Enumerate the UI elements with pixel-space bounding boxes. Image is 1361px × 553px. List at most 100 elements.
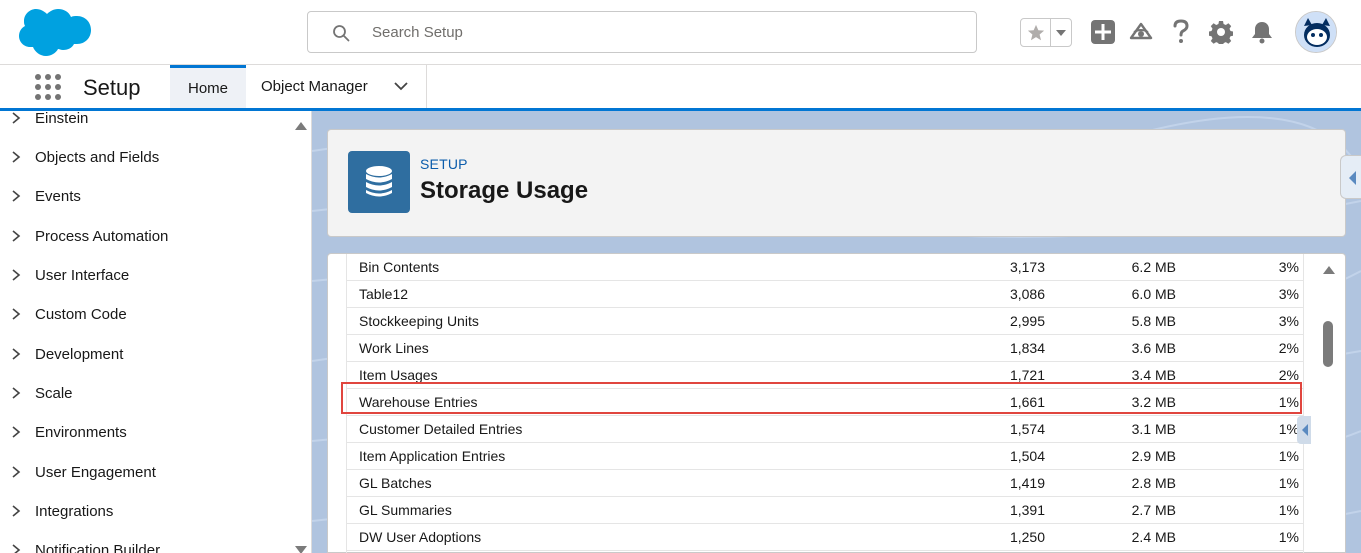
cell-record-count: 3,173 [1009,259,1045,275]
favorites-control[interactable] [1020,18,1072,47]
cell-record-count: 1,834 [1009,340,1045,356]
table-row: Item Application Entries 1,504 2.9 MB 1% [347,443,1303,470]
cell-percent: 1% [1278,529,1299,545]
notifications-button[interactable] [1249,19,1275,45]
astro-avatar-icon [1296,12,1336,52]
sidebar-item-integrations[interactable]: Integrations [0,499,290,523]
sidebar-item-events[interactable]: Events [0,184,290,208]
chevron-right-icon [12,269,21,281]
breadcrumb[interactable]: SETUP [420,156,468,172]
cell-storage: 3.4 MB [1131,367,1176,383]
cell-percent: 2% [1278,340,1299,356]
chevron-right-icon [12,190,21,202]
chevron-right-icon [12,151,21,163]
scroll-up-arrow-icon[interactable] [1322,265,1336,275]
chevron-left-icon [1302,424,1308,436]
cell-percent: 1% [1278,394,1299,410]
table-row: GL Summaries 1,391 2.7 MB 1% [347,497,1303,524]
table-row: Stockkeeping Units 2,995 5.8 MB 3% [347,308,1303,335]
cell-percent: 1% [1278,502,1299,518]
chevron-down-icon[interactable] [393,80,409,92]
trailhead-button[interactable] [1128,19,1154,45]
database-icon [366,166,392,197]
page-header: SETUP Storage Usage [327,129,1346,237]
gear-icon [1209,21,1233,44]
cell-record-count: 2,995 [1009,313,1045,329]
sidebar-item-label: Notification Builder [35,541,161,553]
cell-record-type: Item Application Entries [359,448,506,464]
bell-icon [1252,22,1272,44]
cell-percent: 1% [1278,475,1299,491]
favorites-button[interactable] [1021,19,1050,46]
cell-record-type: GL Summaries [359,502,452,518]
search-input[interactable] [372,12,952,52]
cell-storage: 3.6 MB [1131,340,1176,356]
chevron-right-icon [12,387,21,399]
chevron-right-icon [12,348,21,360]
chevron-left-icon [1349,171,1356,185]
cell-storage: 6.0 MB [1131,286,1176,302]
cell-record-count: 1,250 [1009,529,1045,545]
sidebar-item-label: Development [35,345,124,363]
cell-record-type: GL Batches [359,475,432,491]
question-icon [1173,19,1189,43]
tab-home[interactable]: Home [170,65,246,108]
favorites-dropdown-button[interactable] [1050,19,1071,46]
sidebar-item-development[interactable]: Development [0,342,290,366]
table-row: DW User Adoptions 1,250 2.4 MB 1% [347,524,1303,551]
chevron-right-icon [12,544,21,553]
setup-gear-button[interactable] [1208,19,1234,45]
sidebar-item-objects-and-fields[interactable]: Objects and Fields [0,145,290,169]
header-icon-tile [348,151,410,213]
sidebar-item-label: User Interface [35,266,130,284]
salesforce-logo-icon[interactable] [16,6,92,58]
cell-record-type: Item Usages [359,367,438,383]
app-launcher-icon[interactable] [34,73,62,101]
cell-record-type: Bin Contents [359,259,440,275]
table-row: Work Lines 1,834 3.6 MB 2% [347,335,1303,362]
side-panel-handle[interactable] [1340,155,1361,199]
sidebar-item-notification-builder[interactable]: Notification Builder [0,538,290,553]
help-button[interactable] [1168,19,1194,45]
scrollbar-thumb[interactable] [1323,321,1333,367]
chevron-right-icon [12,466,21,478]
page-title: Storage Usage [420,177,589,204]
cell-percent: 2% [1278,367,1299,383]
cell-record-count: 1,721 [1009,367,1045,383]
cell-storage: 3.1 MB [1131,421,1176,437]
table-scrollbar[interactable] [1312,254,1346,553]
table-row: Bin Contents 3,173 6.2 MB 3% [347,254,1303,281]
tab-object-manager-label: Object Manager [261,78,368,95]
cell-percent: 1% [1278,448,1299,464]
cell-percent: 3% [1278,259,1299,275]
sidebar-item-label: Environments [35,423,127,441]
chevron-right-icon [12,505,21,517]
search-box[interactable] [307,11,977,53]
cell-record-count: 1,661 [1009,394,1045,410]
table-row: Customer Detailed Entries 1,574 3.1 MB 1… [347,416,1303,443]
split-view-handle[interactable] [1297,416,1311,444]
sidebar-item-user-engagement[interactable]: User Engagement [0,460,290,484]
table-row: Table12 3,086 6.0 MB 3% [347,281,1303,308]
sidebar-item-einstein[interactable]: Einstein [0,111,290,130]
sidebar-item-user-interface[interactable]: User Interface [0,263,290,287]
sidebar-item-environments[interactable]: Environments [0,420,290,444]
scroll-up-arrow-icon[interactable] [294,121,308,131]
sidebar-item-label: Events [35,187,81,205]
sidebar-item-label: Process Automation [35,227,169,245]
sidebar-item-process-automation[interactable]: Process Automation [0,224,290,248]
table-row: GL Batches 1,419 2.8 MB 1% [347,470,1303,497]
cell-storage: 5.8 MB [1131,313,1176,329]
sidebar-item-scale[interactable]: Scale [0,381,290,405]
user-avatar[interactable] [1295,11,1337,53]
cell-storage: 2.8 MB [1131,475,1176,491]
global-header [0,0,1361,65]
table-row-highlighted: Warehouse Entries 1,661 3.2 MB 1% [347,389,1303,416]
cell-record-count: 1,419 [1009,475,1045,491]
scroll-down-arrow-icon[interactable] [294,545,308,553]
global-actions-button[interactable] [1090,19,1116,45]
tab-object-manager[interactable]: Object Manager [246,65,427,108]
cell-record-count: 1,504 [1009,448,1045,464]
sidebar-item-custom-code[interactable]: Custom Code [0,302,290,326]
plus-icon [1091,20,1115,44]
